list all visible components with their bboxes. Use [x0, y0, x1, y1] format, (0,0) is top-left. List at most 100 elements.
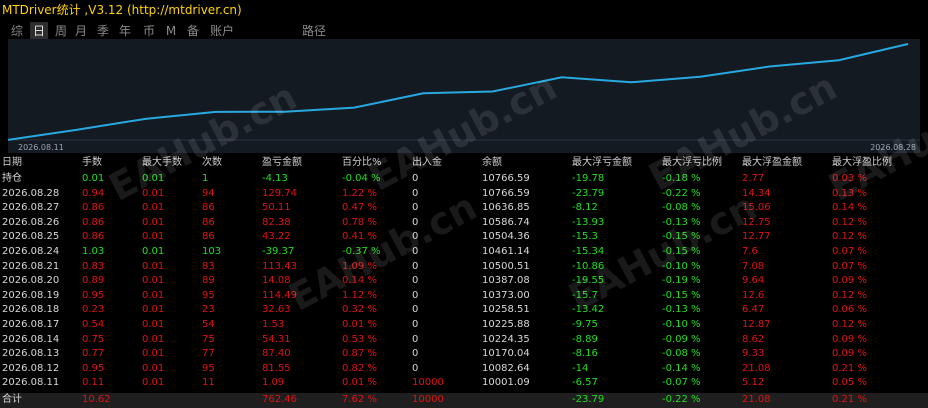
table-cell: 0.12 % — [832, 289, 867, 304]
tab-10[interactable]: 路径 — [296, 22, 332, 40]
tab-9[interactable]: 账户 — [206, 22, 238, 40]
table-row: 2026.08.210.830.0183113.431.09 %010500.5… — [0, 260, 928, 275]
table-cell: -0.07 % — [662, 376, 701, 391]
stats-table: 日期手数最大手数次数盈亏金额百分比%出入金余额最大浮亏金额最大浮亏比例最大浮盈金… — [0, 155, 928, 405]
table-row: 2026.08.270.860.018650.110.47 %010636.85… — [0, 201, 928, 216]
table-cell: -23.79 — [572, 187, 604, 202]
table-cell: 0.14 % — [832, 201, 867, 216]
table-cell: -19.78 — [572, 172, 604, 187]
table-row: 2026.08.110.110.01111.090.01 %1000010001… — [0, 376, 928, 391]
table-cell: 0.01 % — [342, 376, 377, 391]
table-cell: 0 — [412, 333, 418, 348]
table-cell: -15.7 — [572, 289, 598, 304]
x-start-label: 2026.08.11 — [18, 143, 64, 152]
table-cell: 113.43 — [262, 260, 297, 275]
table-cell: 持仓 — [2, 172, 22, 187]
tab-7[interactable]: M — [164, 22, 178, 40]
table-cell: 15.06 — [742, 201, 771, 216]
table-cell: 0 — [412, 347, 418, 362]
table-cell: 0.01 — [142, 245, 164, 260]
tab-3[interactable]: 月 — [72, 22, 90, 40]
tab-0[interactable]: 综 — [8, 22, 26, 40]
table-cell: -0.22 % — [662, 187, 701, 202]
table-cell: 87.40 — [262, 347, 291, 362]
table-cell: 1.09 — [262, 376, 284, 391]
column-header: 最大浮盈比例 — [832, 155, 892, 171]
table-cell: 14.34 — [742, 187, 771, 202]
table-row: 2026.08.250.860.018643.220.41 %010504.36… — [0, 230, 928, 245]
table-row: 2026.08.170.540.01541.530.01 %010225.88-… — [0, 318, 928, 333]
table-cell: 0.95 — [82, 362, 104, 377]
table-cell: 2026.08.20 — [2, 274, 59, 289]
table-row: 2026.08.260.860.018682.380.78 %010586.74… — [0, 216, 928, 231]
table-cell: 10001.09 — [482, 376, 530, 391]
column-header: 余额 — [482, 155, 502, 171]
table-cell: 86 — [202, 230, 215, 245]
column-header: 最大手数 — [142, 155, 182, 171]
window-title: MTDriver统计 ,V3.12 (http://mtdriver.cn) — [0, 0, 928, 20]
table-cell: 0.23 — [82, 303, 104, 318]
table-cell: 50.11 — [262, 201, 291, 216]
tab-6[interactable]: 币 — [140, 22, 158, 40]
table-cell: 0.54 — [82, 318, 104, 333]
table-cell: 2026.08.12 — [2, 362, 59, 377]
period-tabs: 综日周月季年币M备账户 路径 — [0, 22, 928, 40]
table-cell: 0.01 — [142, 172, 164, 187]
table-cell: -13.42 — [572, 303, 604, 318]
table-cell: 0 — [412, 201, 418, 216]
tab-2[interactable]: 周 — [52, 22, 70, 40]
table-cell: -0.10 % — [662, 260, 701, 275]
table-cell: 0.12 % — [832, 230, 867, 245]
table-cell: -8.16 — [572, 347, 598, 362]
table-cell: 10461.14 — [482, 245, 530, 260]
tab-5[interactable]: 年 — [116, 22, 134, 40]
table-cell: 0.75 — [82, 333, 104, 348]
table-cell: 2026.08.24 — [2, 245, 59, 260]
table-cell: 95 — [202, 289, 215, 304]
table-cell: 32.63 — [262, 303, 291, 318]
table-cell: 0.09 % — [832, 333, 867, 348]
table-cell: 10500.51 — [482, 260, 530, 275]
table-cell: 21.08 — [742, 362, 771, 377]
table-cell: 12.87 — [742, 318, 771, 333]
table-cell: -15.34 — [572, 245, 604, 260]
total-cell: 合计 — [2, 393, 22, 408]
table-cell: 0.01 — [142, 230, 164, 245]
column-header: 出入金 — [412, 155, 442, 171]
table-cell: 95 — [202, 362, 215, 377]
table-cell: -9.75 — [572, 318, 598, 333]
table-cell: 0 — [412, 245, 418, 260]
column-header: 最大浮盈金额 — [742, 155, 802, 171]
table-cell: 8.62 — [742, 333, 764, 348]
tab-4[interactable]: 季 — [94, 22, 112, 40]
table-cell: 129.74 — [262, 187, 297, 202]
table-cell: 1.12 % — [342, 289, 377, 304]
table-cell: -6.57 — [572, 376, 598, 391]
table-cell: 0.82 % — [342, 362, 377, 377]
tab-1[interactable]: 日 — [30, 22, 48, 40]
balance-chart: 2026.08.11 2026.08.28 — [8, 39, 920, 153]
table-cell: 0.01 — [142, 303, 164, 318]
table-cell: -0.19 % — [662, 274, 701, 289]
table-cell: 0 — [412, 289, 418, 304]
column-header: 手数 — [82, 155, 102, 171]
table-cell: 10225.88 — [482, 318, 530, 333]
table-cell: 0.01 — [142, 216, 164, 231]
table-cell: 2026.08.21 — [2, 260, 59, 275]
table-cell: 0.01 — [82, 172, 104, 187]
table-cell: 2026.08.19 — [2, 289, 59, 304]
table-cell: 86 — [202, 201, 215, 216]
tab-8[interactable]: 备 — [184, 22, 202, 40]
table-cell: -39.37 — [262, 245, 294, 260]
table-cell: 10586.74 — [482, 216, 530, 231]
table-cell: 0.21 % — [832, 362, 867, 377]
table-cell: 10258.51 — [482, 303, 530, 318]
table-cell: 11 — [202, 376, 215, 391]
table-cell: 54.31 — [262, 333, 291, 348]
table-cell: 12.6 — [742, 289, 764, 304]
x-end-label: 2026.08.28 — [870, 143, 916, 152]
column-header: 最大浮亏比例 — [662, 155, 722, 171]
table-cell: 43.22 — [262, 230, 291, 245]
table-cell: 0.12 % — [832, 318, 867, 333]
balance-chart-svg: 2026.08.11 2026.08.28 — [8, 39, 920, 153]
